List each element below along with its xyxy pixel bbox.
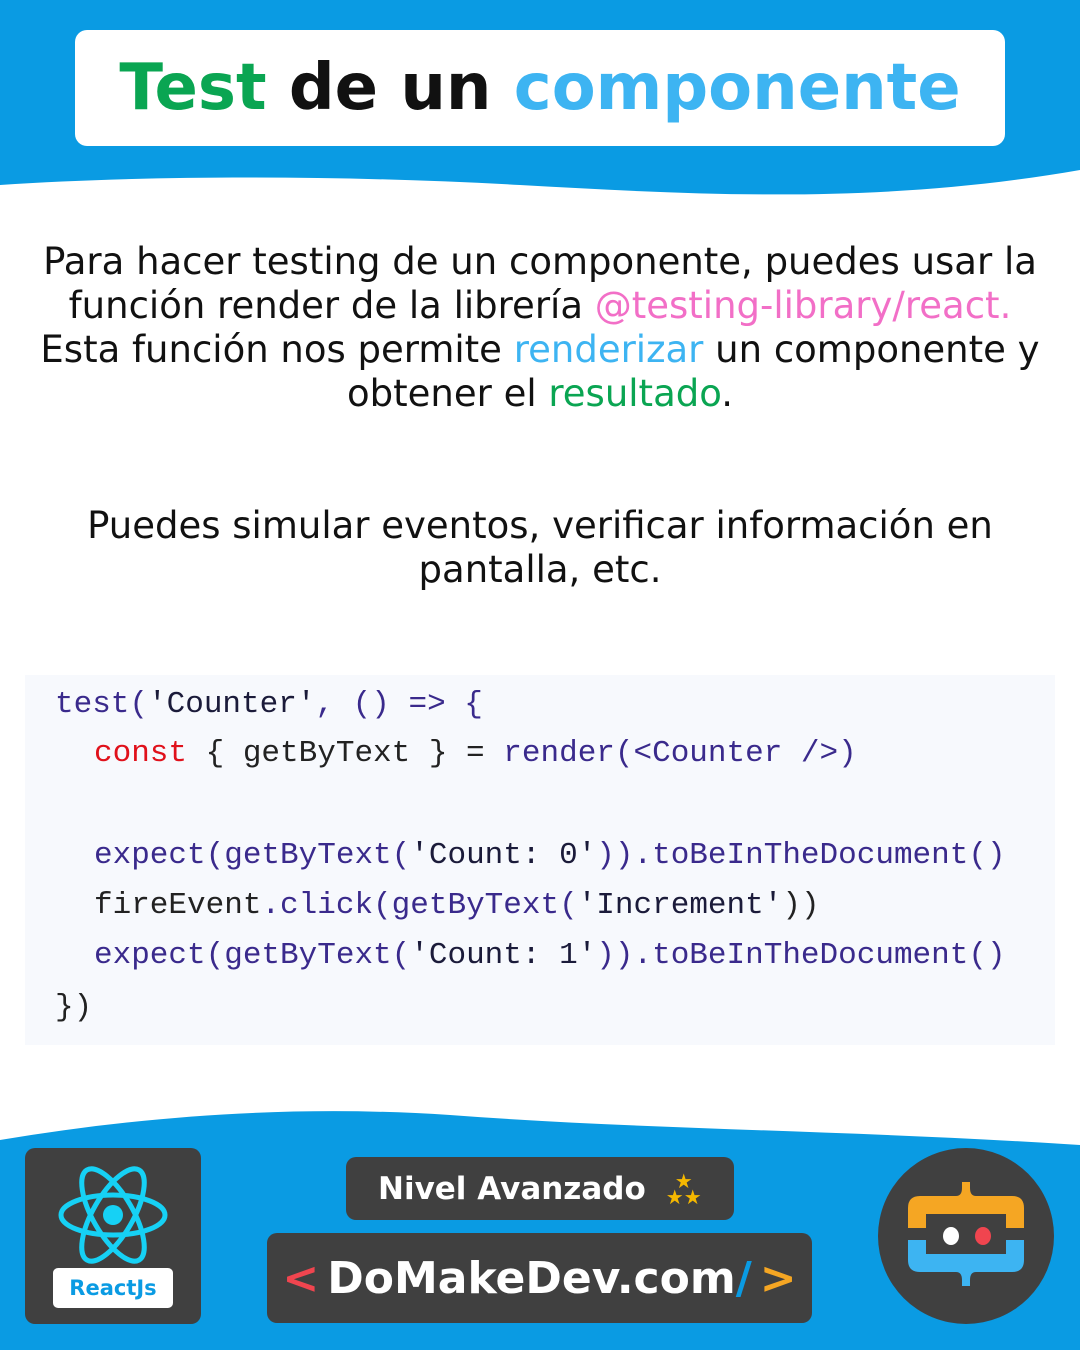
library-name: @testing-library/react. [594,284,1012,327]
code-line: expect(getByText('Count: 0')).toBeInTheD… [94,838,1006,873]
slash: / [735,1252,752,1304]
code-line: }) [55,990,93,1025]
code-line: test('Counter', () => { [55,687,483,722]
react-badge: ReactJs [25,1148,201,1324]
highlight-resultado: resultado [548,372,722,415]
level-label: Nivel Avanzado [378,1170,646,1207]
intro-paragraph: Para hacer testing de un componente, pue… [40,240,1040,416]
text: Esta función nos permite [40,328,514,371]
level-badge: Nivel Avanzado ★ ★★ [346,1157,734,1220]
website-banner[interactable]: < DoMakeDev.com / > [267,1233,812,1323]
site-name: DoMakeDev.com [327,1252,736,1304]
close-bracket: > [759,1252,797,1304]
reactjs-label: ReactJs [53,1268,173,1308]
domakedev-logo-icon [878,1148,1054,1324]
stars-icon: ★ ★★ [665,1168,702,1209]
title-banner: Test de un componente [75,30,1005,146]
title-componente: componente [513,51,961,125]
code-line: expect(getByText('Count: 1')).toBeInTheD… [94,938,1006,973]
code-line: const { getByText } = render(<Counter />… [94,736,857,771]
open-bracket: < [282,1252,320,1304]
second-paragraph: Puedes simular eventos, verificar inform… [87,504,993,591]
title-test: Test [119,51,267,125]
react-logo-icon [58,1166,168,1264]
code-line: fireEvent.click(getByText('Increment')) [94,888,820,923]
title-middle: de un [266,51,514,125]
highlight-renderizar: renderizar [513,328,704,371]
code-block: test('Counter', () => { const { getByTex… [25,675,1055,1045]
text: . [721,372,733,415]
